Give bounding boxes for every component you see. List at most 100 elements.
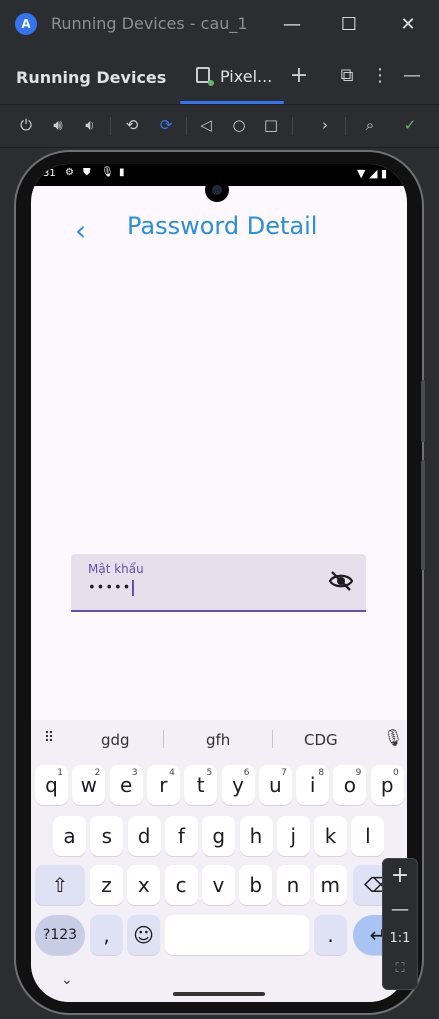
close-button[interactable]: ✕ [393, 10, 423, 40]
android-studio-icon: A [15, 13, 37, 35]
sd-card-icon: ▮ [119, 167, 125, 178]
back-icon[interactable]: ◁ [194, 113, 218, 137]
key-z[interactable]: z [90, 865, 123, 905]
password-masked-text: ••••• [88, 580, 132, 596]
apps-grid-icon[interactable]: ⠿ [39, 728, 59, 748]
rotate-right-icon[interactable]: ⟳ [154, 113, 178, 137]
key-e[interactable]: e3 [109, 765, 143, 805]
screenshot-icon[interactable]: ⌕ [358, 113, 382, 137]
text-caret [132, 580, 135, 596]
key-c[interactable]: c [164, 865, 198, 905]
separator [272, 730, 273, 748]
mic-status-icon: 🎙︎ [101, 167, 114, 178]
fit-screen-icon[interactable]: ⛶ [383, 961, 417, 976]
key-g[interactable]: g [202, 816, 236, 856]
restore-layout-icon[interactable]: ⧉ [335, 64, 359, 88]
suggestion-1[interactable]: gdg [101, 731, 130, 749]
key-m[interactable]: m [313, 865, 347, 905]
add-device-icon[interactable]: + [287, 64, 311, 88]
device-toolbar: ⏻ 🔊︎ 🔉︎ ⟲ ⟳ ◁ ○ □ › ⌕ ✓ [0, 105, 439, 148]
password-field-value[interactable]: ••••• [88, 580, 135, 596]
more-options-icon[interactable]: ⋮ [368, 64, 392, 88]
shift-key[interactable]: ⇧ [35, 865, 85, 905]
gesture-nav-handle[interactable] [173, 992, 265, 996]
key-hint-number: 8 [318, 768, 325, 778]
key-v[interactable]: v [201, 865, 235, 905]
tool-window-title: Running Devices [16, 68, 167, 87]
overview-icon[interactable]: □ [259, 113, 283, 137]
zoom-in-icon[interactable]: + [383, 863, 417, 888]
device-tab[interactable]: Pixel... [180, 50, 284, 104]
shield-icon: ⛊ [83, 167, 91, 178]
key-o[interactable]: o9 [333, 765, 367, 805]
comma-key[interactable]: , [90, 915, 123, 955]
soft-keyboard: ⠿ gdg gfh CDG 🎙︎ q1w2e3r4t5y6u7i8o9p0asd… [31, 720, 407, 1002]
separator [110, 117, 111, 135]
key-k[interactable]: k [314, 816, 348, 856]
tool-window-header: Running Devices Pixel... + ⧉ ⋮ — [0, 50, 439, 105]
key-h[interactable]: h [239, 816, 273, 856]
page-title: Password Detail [127, 212, 318, 240]
volume-up-icon[interactable]: 🔊︎ [46, 113, 70, 137]
hide-keyboard-icon[interactable]: ⌄ [61, 972, 73, 988]
key-i[interactable]: i8 [296, 765, 330, 805]
key-t[interactable]: t5 [184, 765, 218, 805]
device-screen[interactable]: 31 ⚙ ⛊ 🎙︎ ▮ ▼ ◢ ▮ ‹ Password Detail Mật … [31, 164, 407, 1002]
key-hint-number: 9 [355, 768, 362, 778]
key-j[interactable]: j [276, 816, 310, 856]
power-icon[interactable]: ⏻ [14, 113, 38, 137]
key-n[interactable]: n [276, 865, 310, 905]
key-u[interactable]: u7 [258, 765, 292, 805]
device-tab-label: Pixel... [220, 67, 273, 86]
suggestion-3[interactable]: CDG [304, 731, 338, 749]
key-hint-number: 6 [243, 768, 250, 778]
hide-panel-icon[interactable]: — [400, 64, 424, 88]
check-icon[interactable]: ✓ [398, 113, 422, 137]
suggestion-2[interactable]: gfh [206, 731, 230, 749]
minimize-button[interactable]: — [277, 10, 307, 40]
key-y[interactable]: y6 [221, 765, 255, 805]
visibility-off-icon[interactable] [328, 570, 354, 592]
settings-icon: ⚙ [65, 167, 74, 178]
key-w[interactable]: w2 [72, 765, 106, 805]
key-a[interactable]: a [53, 816, 86, 856]
key-l[interactable]: l [351, 816, 385, 856]
emoji-key[interactable]: ☺ [127, 915, 160, 955]
key-p[interactable]: p0 [370, 765, 404, 805]
key-q[interactable]: q1 [35, 765, 68, 805]
tab-underline [180, 101, 284, 104]
maximize-button[interactable]: ☐ [334, 10, 364, 40]
password-field[interactable]: Mật khẩu ••••• [71, 554, 366, 612]
key-x[interactable]: x [127, 865, 161, 905]
volume-down-icon[interactable]: 🔉︎ [78, 113, 102, 137]
separator [345, 117, 346, 135]
microphone-icon[interactable]: 🎙︎ [383, 728, 403, 747]
rotate-left-icon[interactable]: ⟲ [120, 113, 144, 137]
separator [292, 117, 293, 135]
key-hint-number: 3 [131, 768, 138, 778]
suggestion-strip: ⠿ gdg gfh CDG 🎙︎ [31, 720, 407, 758]
key-hint-number: 5 [206, 768, 213, 778]
home-icon[interactable]: ○ [227, 113, 251, 137]
phone-side-button [421, 460, 425, 570]
key-hint-number: 7 [281, 768, 287, 778]
separator [163, 730, 164, 748]
key-b[interactable]: b [239, 865, 273, 905]
key-hint-number: 0 [392, 768, 399, 778]
key-d[interactable]: d [127, 816, 161, 856]
password-field-label: Mật khẩu [88, 562, 144, 576]
key-hint-number: 4 [169, 768, 175, 778]
more-controls-icon[interactable]: › [313, 113, 337, 137]
symbols-key[interactable]: ?123 [35, 915, 85, 955]
running-status-dot [208, 80, 214, 86]
zoom-out-icon[interactable]: — [383, 899, 417, 920]
key-r[interactable]: r4 [146, 765, 180, 805]
key-s[interactable]: s [90, 816, 124, 856]
space-key[interactable] [165, 915, 309, 955]
zoom-ratio-button[interactable]: 1:1 [383, 931, 417, 946]
period-key[interactable]: . [314, 915, 347, 955]
key-f[interactable]: f [164, 816, 198, 856]
back-arrow-icon[interactable]: ‹ [75, 214, 86, 247]
title-bar: A Running Devices - cau_1 — ☐ ✕ [0, 0, 439, 50]
camera-cutout [205, 178, 229, 202]
